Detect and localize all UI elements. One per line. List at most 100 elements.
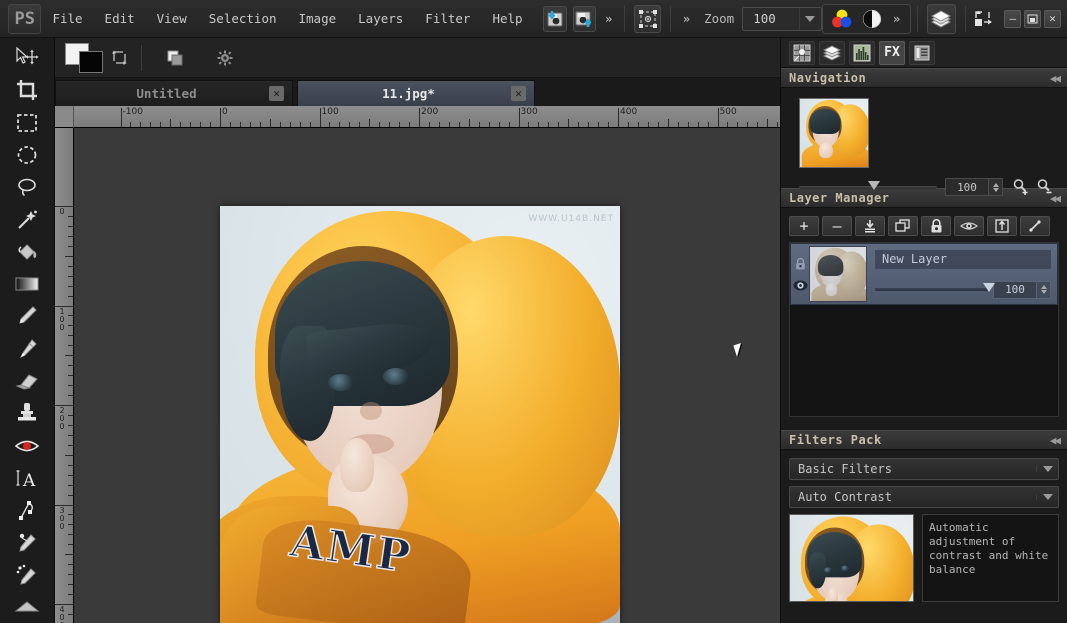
layer-list[interactable]: New Layer 100	[789, 242, 1059, 417]
ruler-label: 500	[719, 107, 737, 117]
lock-layer-button[interactable]	[921, 216, 951, 236]
restore-button[interactable]	[1024, 9, 1042, 28]
color-swatches-button[interactable]	[829, 6, 855, 32]
transform-button[interactable]	[634, 4, 662, 33]
rectangular-marquee-tool[interactable]	[5, 107, 49, 139]
close-icon[interactable]: ✕	[511, 86, 526, 101]
copy-layer-button[interactable]	[162, 45, 188, 71]
elliptical-marquee-tool[interactable]	[5, 139, 49, 171]
menu-edit[interactable]: Edit	[96, 6, 144, 31]
filter-preview-thumbnail[interactable]	[789, 514, 914, 602]
move-layer-button[interactable]	[987, 216, 1017, 236]
menu-layers[interactable]: Layers	[349, 6, 412, 31]
tab-label: 11.jpg*	[382, 86, 435, 101]
gradient-tool[interactable]	[5, 268, 49, 300]
collapse-icon[interactable]: ◀◀	[1050, 434, 1061, 447]
histogram-tab[interactable]	[849, 40, 875, 65]
pen-tool[interactable]	[5, 333, 49, 365]
info-tab[interactable]	[909, 40, 935, 65]
collapse-icon[interactable]: ◀◀	[1050, 192, 1061, 205]
spinner-up-icon	[1040, 285, 1047, 289]
background-color-swatch[interactable]	[79, 50, 103, 73]
menu-filter[interactable]: Filter	[416, 6, 479, 31]
text-tool[interactable]: A	[5, 462, 49, 494]
toolbar-overflow-1[interactable]: »	[599, 12, 618, 26]
zoom-control[interactable]: 100	[742, 6, 822, 31]
duplicate-layer-button[interactable]	[888, 216, 918, 236]
navigation-zoom-slider[interactable]	[799, 180, 937, 190]
navigator-thumbnail[interactable]	[799, 98, 869, 168]
clone-stamp-tool[interactable]	[5, 397, 49, 429]
save-button[interactable]	[543, 5, 567, 32]
layer-opacity-spinner[interactable]	[1037, 280, 1051, 299]
toggle-visibility-button[interactable]	[954, 216, 984, 236]
convert-point-tool[interactable]	[5, 559, 49, 591]
layer-opacity-slider[interactable]	[875, 283, 995, 292]
navigation-section-header[interactable]: Navigation ◀◀	[781, 68, 1067, 88]
menu-help[interactable]: Help	[483, 6, 531, 31]
image-canvas[interactable]: AMP WWW.U14B.NET	[220, 206, 620, 623]
dropdown-arrow-button[interactable]	[1036, 494, 1058, 500]
color-tools-overflow[interactable]: »	[887, 12, 906, 26]
toolbar-overflow-2[interactable]: »	[677, 12, 696, 26]
crop-icon	[17, 80, 37, 101]
link-layers-button[interactable]	[1020, 216, 1050, 236]
delete-layer-button[interactable]: –	[822, 216, 852, 236]
shape-tool[interactable]	[5, 591, 49, 623]
menu-image[interactable]: Image	[290, 6, 346, 31]
path-select-tool[interactable]	[5, 494, 49, 526]
load-button[interactable]	[572, 5, 597, 32]
app-logo[interactable]: PS	[8, 3, 42, 34]
minimize-button[interactable]: –	[1004, 9, 1022, 28]
red-eye-tool[interactable]	[5, 429, 49, 461]
layer-name-field[interactable]: New Layer	[875, 249, 1051, 269]
vertical-ruler[interactable]: 0 1 0 0 2 0 0 3 0 0 4 0 0	[55, 128, 74, 623]
effects-tab[interactable]: FX	[879, 40, 905, 65]
brush-tool[interactable]	[5, 300, 49, 332]
layer-manager-section-header[interactable]: Layer Manager ◀◀	[781, 188, 1067, 208]
document-tab-strip: Untitled ✕ 11.jpg* ✕	[55, 78, 780, 106]
contrast-button[interactable]	[859, 6, 885, 32]
eraser-tool[interactable]	[5, 365, 49, 397]
close-icon[interactable]: ✕	[269, 86, 284, 101]
collapse-icon[interactable]: ◀◀	[1050, 72, 1061, 85]
color-swatch-pair[interactable]	[65, 42, 105, 73]
filter-category-dropdown[interactable]: Basic Filters	[789, 458, 1059, 480]
paint-bucket-tool[interactable]	[5, 236, 49, 268]
close-button[interactable]: ✕	[1044, 9, 1061, 28]
add-anchor-tool[interactable]	[5, 526, 49, 558]
merge-down-button[interactable]	[855, 216, 885, 236]
filters-pack-section-header[interactable]: Filters Pack ◀◀	[781, 430, 1067, 450]
move-tool[interactable]	[5, 42, 49, 74]
add-layer-button[interactable]: +	[789, 216, 819, 236]
document-tab-11jpg[interactable]: 11.jpg* ✕	[297, 80, 535, 106]
document-tab-untitled[interactable]: Untitled ✕	[55, 80, 293, 106]
magic-wand-tool[interactable]	[5, 203, 49, 235]
layers-tab[interactable]	[819, 40, 845, 65]
eye-icon[interactable]	[793, 280, 808, 291]
filter-name-value: Auto Contrast	[798, 490, 892, 504]
lock-icon[interactable]	[795, 257, 806, 271]
menu-selection[interactable]: Selection	[200, 6, 286, 31]
layer-row[interactable]: New Layer 100	[790, 243, 1058, 305]
horizontal-ruler[interactable]: -100 0 100 200 300 400 500	[55, 106, 780, 128]
dropdown-arrow-button[interactable]	[1036, 466, 1058, 472]
crop-tool[interactable]	[5, 74, 49, 106]
lasso-tool[interactable]	[5, 171, 49, 203]
slider-handle[interactable]	[983, 283, 995, 292]
menu-view[interactable]: View	[148, 6, 196, 31]
menu-file[interactable]: File	[43, 6, 91, 31]
arrange-button[interactable]	[973, 6, 995, 32]
slider-handle[interactable]	[868, 180, 880, 190]
layer-opacity-value[interactable]: 100	[993, 280, 1037, 299]
filter-name-dropdown[interactable]: Auto Contrast	[789, 486, 1059, 508]
zoom-dropdown-button[interactable]	[798, 7, 821, 30]
canvas-area[interactable]: AMP WWW.U14B.NET	[74, 128, 780, 623]
tool-settings-button[interactable]	[212, 45, 238, 71]
swap-colors-button[interactable]	[107, 45, 133, 71]
layer-thumbnail[interactable]	[809, 246, 867, 302]
navigator-tab[interactable]	[789, 40, 815, 65]
zoom-input[interactable]: 100	[743, 11, 799, 26]
layers-stack-button[interactable]	[927, 3, 956, 34]
ruler-corner[interactable]	[55, 106, 74, 128]
